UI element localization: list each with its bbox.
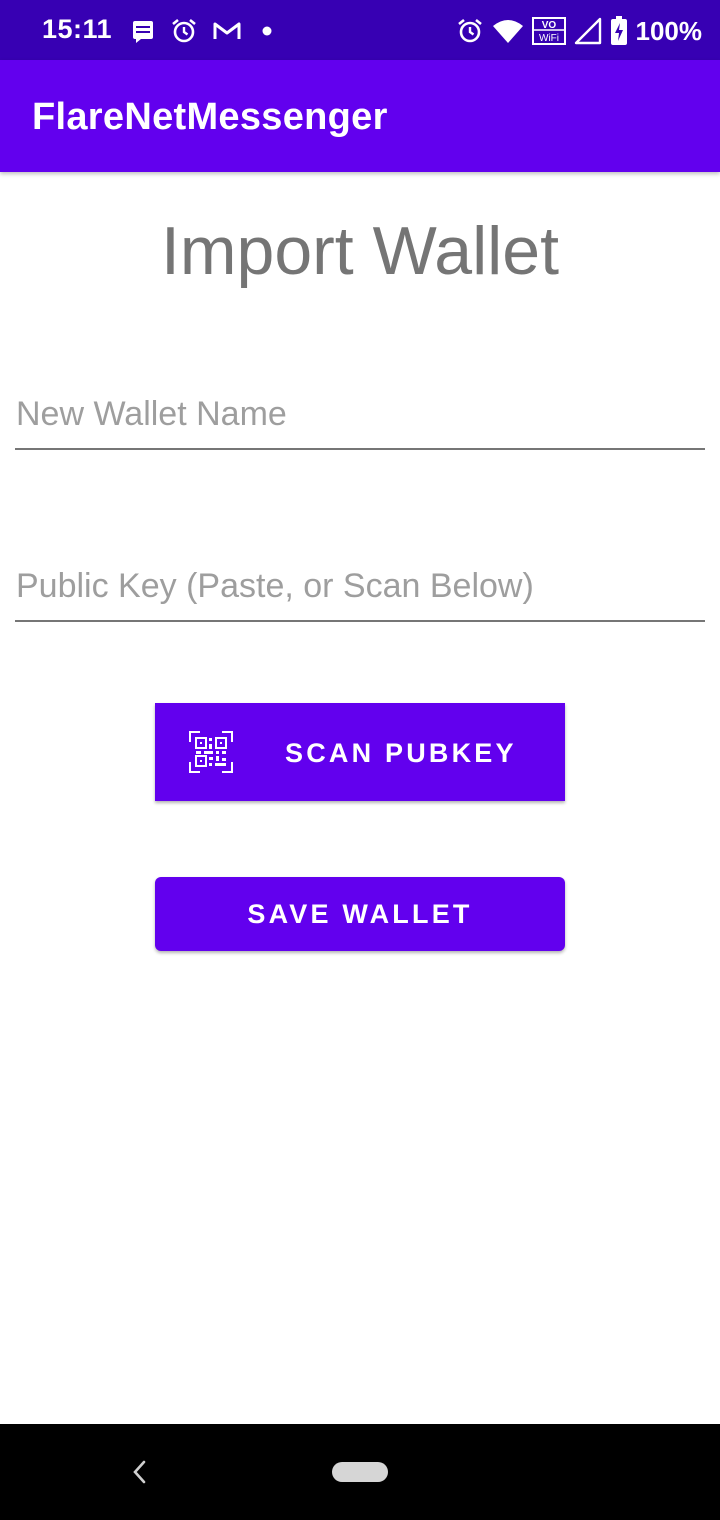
signal-icon (574, 17, 601, 45)
app-title: FlareNetMessenger (32, 96, 388, 138)
status-right-icons: VO WiFi 100% (456, 14, 703, 48)
vowifi-top-text: VO (541, 20, 556, 31)
alarm-icon (457, 18, 482, 43)
status-bar: 15:11 VO WiFi 100% (0, 0, 720, 60)
battery-percent: 100% (635, 15, 703, 46)
home-pill-icon[interactable] (332, 1462, 388, 1482)
scan-pubkey-label: SCAN PUBKEY (285, 738, 517, 768)
vowifi-bottom-text: WiFi (539, 33, 559, 44)
wifi-icon (492, 20, 523, 43)
public-key-input[interactable] (15, 552, 705, 622)
battery-icon (610, 16, 627, 45)
status-left-icons (130, 15, 278, 47)
scan-pubkey-button[interactable]: SCAN PUBKEY (155, 703, 565, 801)
status-time: 15:11 (42, 14, 113, 44)
app-bar: FlareNetMessenger (0, 60, 720, 172)
navigation-bar (0, 1424, 720, 1520)
alarm-icon (172, 18, 196, 43)
back-icon[interactable] (128, 1458, 150, 1486)
dot-icon (262, 26, 272, 36)
gmail-icon (213, 22, 241, 39)
vowifi-icon: VO WiFi (531, 17, 566, 45)
qr-code-scan-icon (189, 731, 233, 773)
wallet-name-input[interactable] (15, 380, 705, 450)
save-wallet-label: SAVE WALLET (247, 898, 473, 929)
save-wallet-button[interactable]: SAVE WALLET (155, 877, 565, 951)
page-title: Import Wallet (160, 213, 559, 289)
message-icon (133, 21, 153, 43)
